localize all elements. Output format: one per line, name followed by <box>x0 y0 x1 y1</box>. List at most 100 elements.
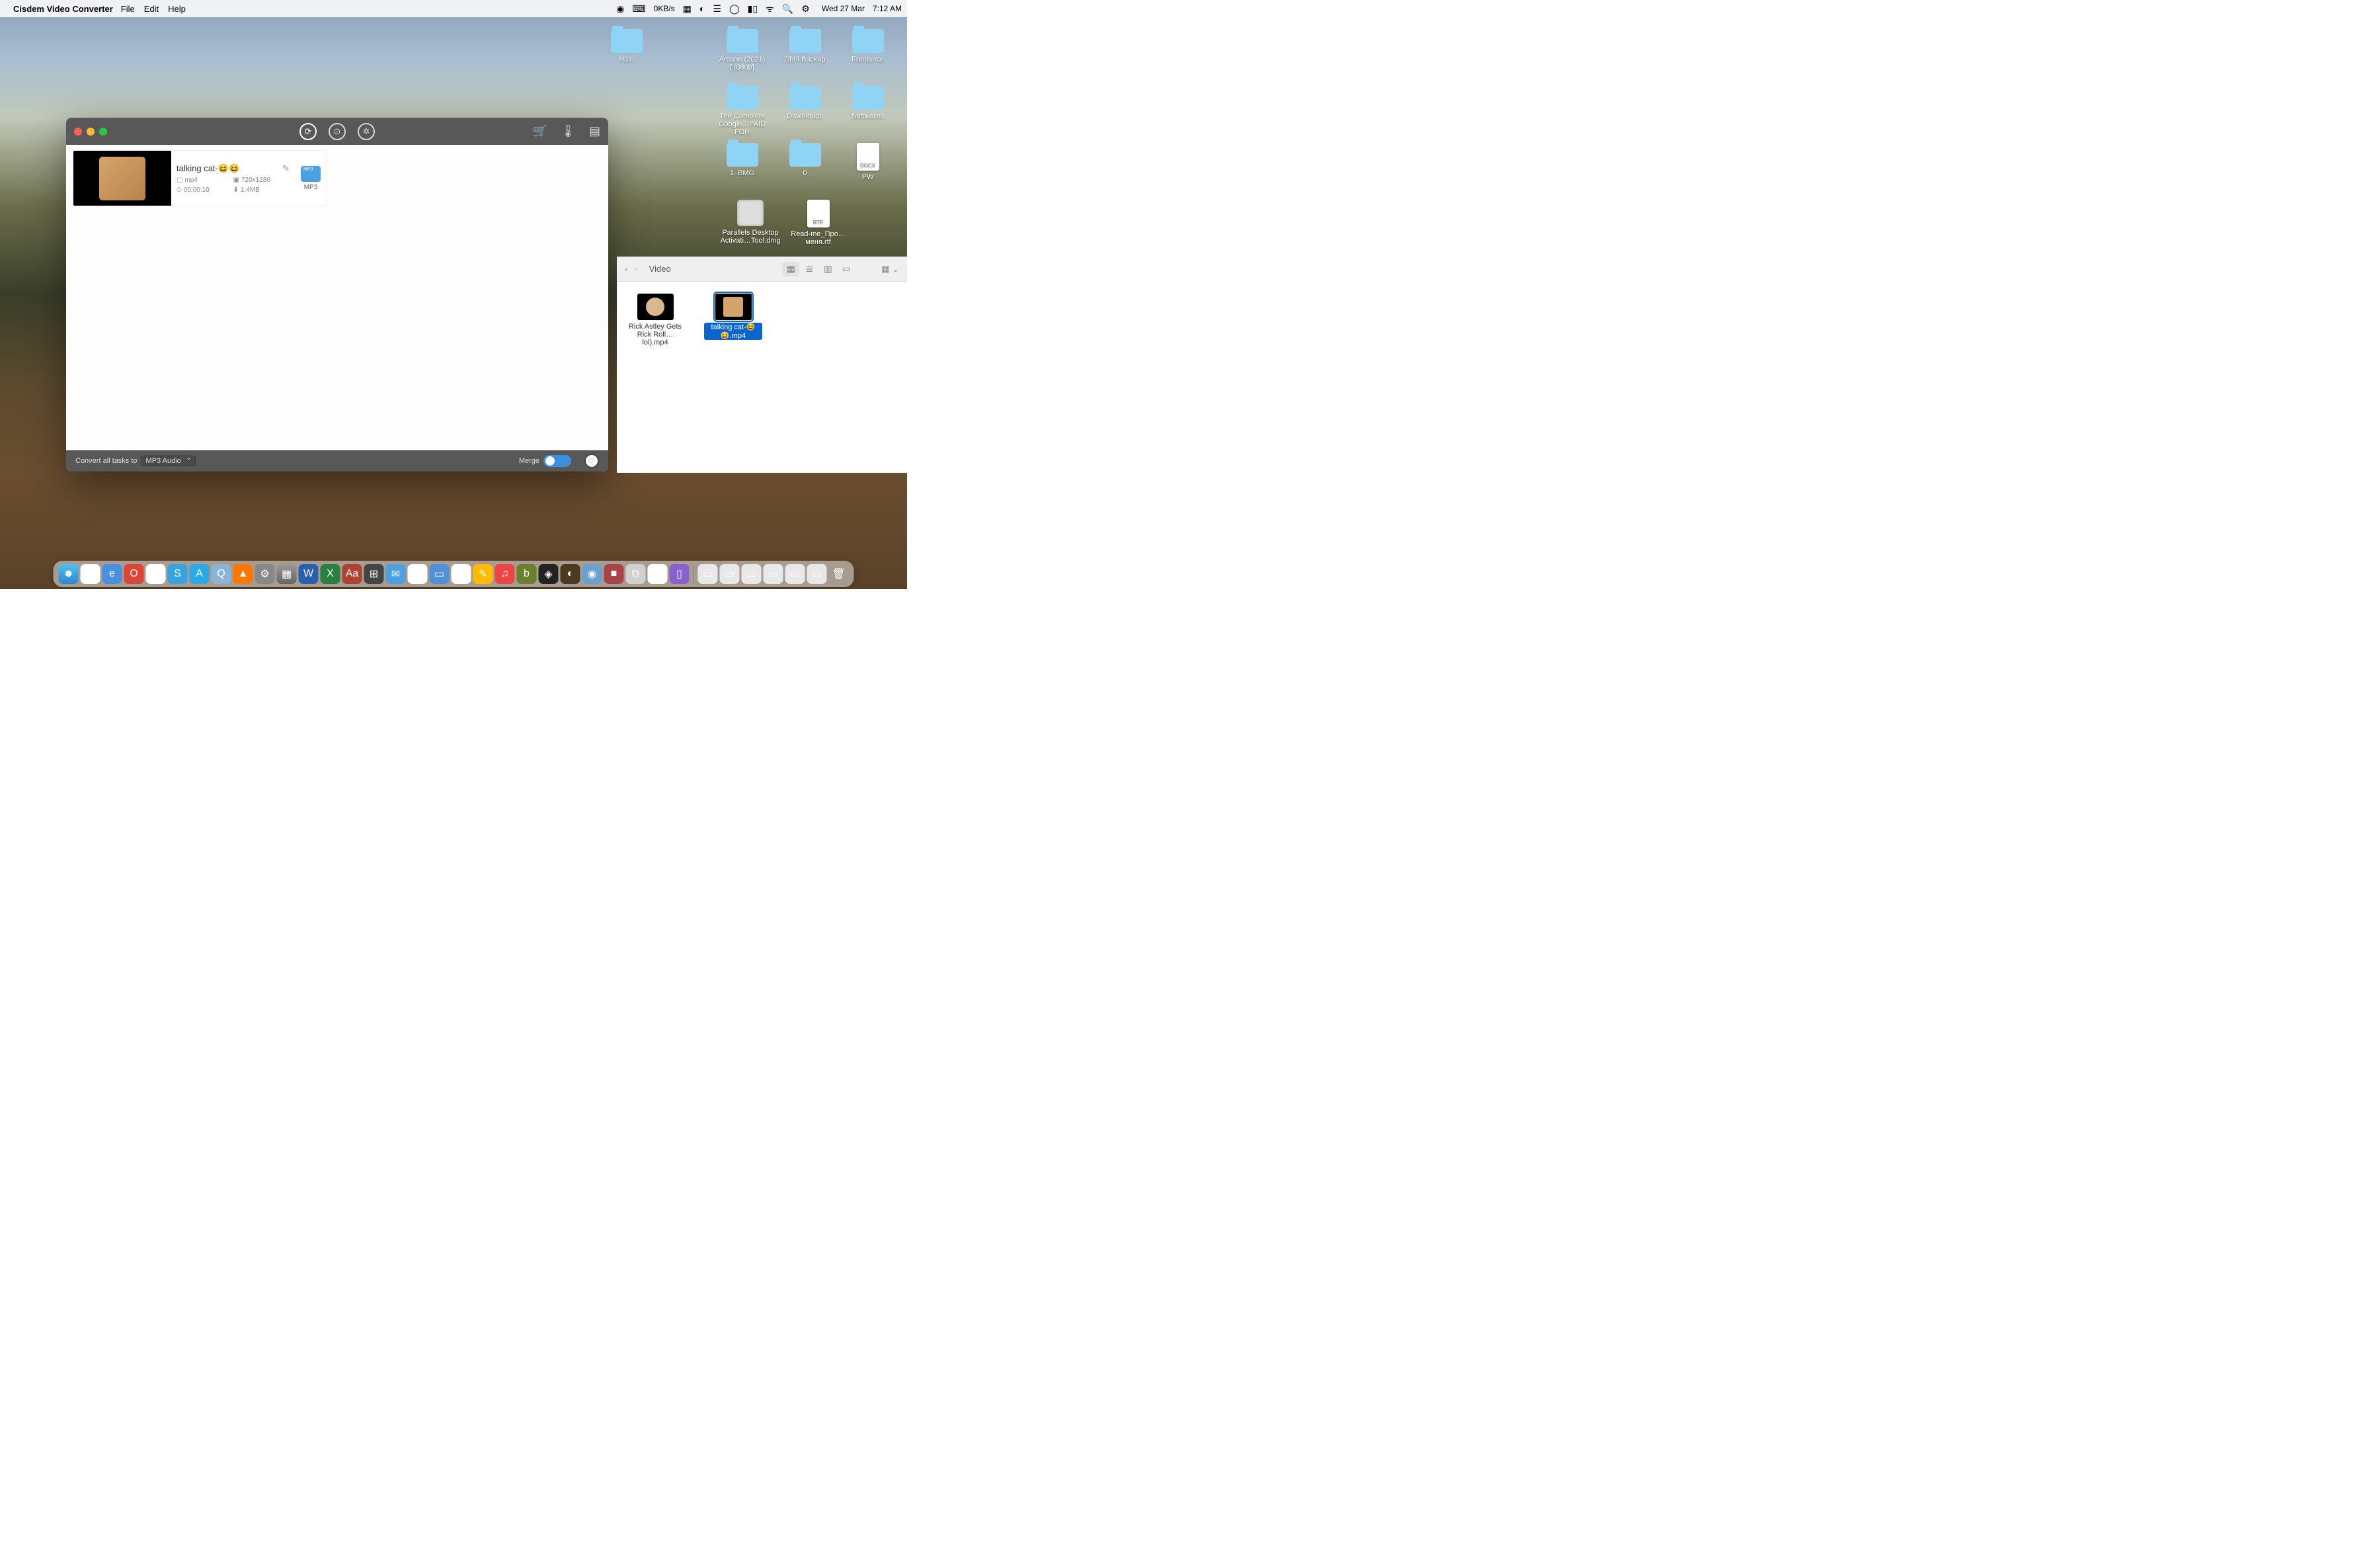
cart-icon[interactable]: 🛒 <box>533 124 547 138</box>
desktop-file[interactable]: DOCXPW <box>836 143 899 197</box>
desktop-folder[interactable]: Jibril Backup <box>774 29 836 83</box>
dock-edge[interactable]: e <box>102 564 122 584</box>
dock-finder[interactable]: ☻ <box>59 564 79 584</box>
convert-tab-icon[interactable]: ⟳ <box>299 123 317 140</box>
finder-file-selected[interactable]: talking cat-😆😆.mp4 <box>704 294 762 340</box>
dock-recent[interactable]: ▭ <box>785 564 805 584</box>
video-format: mp4 <box>177 177 233 184</box>
dock-app[interactable]: ▯ <box>670 564 690 584</box>
dock-recent[interactable]: ▭ <box>807 564 827 584</box>
minimize-button[interactable] <box>87 128 95 136</box>
dock-safari[interactable]: ◎ <box>81 564 100 584</box>
dock-calendar[interactable]: 27 <box>408 564 428 584</box>
dock-app[interactable]: ■ <box>604 564 624 584</box>
group-menu[interactable]: ▦ ⌄ <box>881 264 899 274</box>
folder-icon <box>611 29 643 53</box>
search-icon[interactable]: 🔍 <box>782 3 793 15</box>
file-label: Rick Astley Gets Rick Roll…lol).mp4 <box>626 323 684 346</box>
desktop-file[interactable]: RTFRead-me_Про…меня.rtf <box>787 200 850 254</box>
thermometer-icon[interactable]: 🌡 <box>561 124 576 138</box>
dock-opera[interactable]: O <box>124 564 144 584</box>
desktop-label: PW <box>862 173 874 181</box>
dock-app[interactable]: ⧉ <box>626 564 646 584</box>
dock-app[interactable]: ◉ <box>582 564 602 584</box>
close-button[interactable] <box>74 128 82 136</box>
desktop-folder[interactable]: Freelance <box>836 29 899 83</box>
menu-edit[interactable]: Edit <box>144 4 159 14</box>
finder-body[interactable]: Rick Astley Gets Rick Roll…lol).mp4 talk… <box>617 282 907 473</box>
download-tab-icon[interactable]: ⊙ <box>329 123 346 140</box>
desktop-folder[interactable]: Halo <box>595 29 658 83</box>
dock-app[interactable]: ◐ <box>561 564 580 584</box>
view-columns[interactable]: ▥ <box>819 262 836 276</box>
desktop-folder[interactable]: Downloads <box>774 86 836 140</box>
dock-vlc[interactable]: ▲ <box>233 564 253 584</box>
dock-recent[interactable]: ▭ <box>720 564 740 584</box>
dock-settings[interactable]: ⚙ <box>255 564 275 584</box>
convert-button[interactable]: ⟳ <box>584 454 599 468</box>
desktop-icons: Halo Arcane (2021) [1080p] Jibril Backup… <box>595 28 899 255</box>
control-center-icon[interactable]: ⚙ <box>801 3 810 15</box>
folder-icon <box>852 86 884 110</box>
view-gallery[interactable]: ▭ <box>838 262 855 276</box>
dock-recent[interactable]: ▭ <box>698 564 718 584</box>
dock-music[interactable]: ♫ <box>495 564 515 584</box>
dock-skype[interactable]: S <box>168 564 188 584</box>
menu-help[interactable]: Help <box>168 4 186 14</box>
status-icon[interactable]: ▦ <box>683 3 692 15</box>
rip-tab-icon[interactable]: ✲ <box>358 123 375 140</box>
keyboard-icon[interactable]: ⌨ <box>632 3 645 15</box>
dock-reminders[interactable]: ≡ <box>452 564 471 584</box>
dock-photos[interactable]: ✿ <box>648 564 668 584</box>
app-name[interactable]: Cisdem Video Converter <box>13 4 113 14</box>
desktop-folder[interactable]: The Complete Google…PAID FOR <box>711 86 774 140</box>
dock-dictionary[interactable]: Aa <box>342 564 362 584</box>
finder-file[interactable]: Rick Astley Gets Rick Roll…lol).mp4 <box>626 294 684 346</box>
status-icon[interactable]: ◉ <box>616 3 624 15</box>
zoom-button[interactable] <box>99 128 107 136</box>
dock-calculator[interactable]: ⊞ <box>364 564 384 584</box>
edit-icon[interactable]: ✎ <box>282 163 290 174</box>
menubar-time[interactable]: 7:12 AM <box>873 4 902 13</box>
desktop-folder[interactable]: 1. BMG <box>711 143 774 197</box>
dock-app[interactable]: ◈ <box>539 564 559 584</box>
dock-files[interactable]: ▭ <box>430 564 450 584</box>
desktop-label: 1. BMG <box>730 169 754 177</box>
dock-notes[interactable]: ✎ <box>473 564 493 584</box>
video-item[interactable]: talking cat-😆😆 ✎ mp4 720x1280 00:00:10 1… <box>73 150 327 206</box>
menubar-date[interactable]: Wed 27 Mar <box>822 4 865 13</box>
forward-button[interactable]: › <box>634 264 637 274</box>
desktop-file[interactable]: Parallels Desktop Activati…Tool.dmg <box>714 200 787 254</box>
dock-chrome[interactable]: ◉ <box>146 564 166 584</box>
dock-excel[interactable]: X <box>321 564 340 584</box>
dock-recent[interactable]: ▭ <box>742 564 762 584</box>
dock-launchpad[interactable]: ▦ <box>277 564 297 584</box>
dock-mail[interactable]: ✉ <box>386 564 406 584</box>
view-icons[interactable]: ▦ <box>782 262 799 276</box>
view-list[interactable]: ≣ <box>801 262 818 276</box>
dock-word[interactable]: W <box>299 564 319 584</box>
titlebar[interactable]: ⟳ ⊙ ✲ 🛒 🌡 ▤ <box>66 118 608 145</box>
wifi-icon[interactable]: ᯤ <box>766 3 774 15</box>
back-button[interactable]: ‹ <box>625 264 627 274</box>
merge-toggle[interactable] <box>543 455 571 467</box>
battery-icon[interactable]: ▮▯ <box>748 3 758 15</box>
desktop-folder[interactable]: 0 <box>774 143 836 197</box>
status-icon[interactable]: ☰ <box>713 3 721 15</box>
output-format-select[interactable]: MP3 Audio <box>141 456 196 466</box>
queue-icon[interactable]: ▤ <box>589 124 600 138</box>
video-info: talking cat-😆😆 ✎ mp4 720x1280 00:00:10 1… <box>171 159 295 198</box>
desktop-folder[interactable]: Arcane (2021) [1080p] <box>711 29 774 83</box>
menu-file[interactable]: File <box>121 4 135 14</box>
dock-trash[interactable]: 🗑 <box>829 564 849 584</box>
dock-quicktime[interactable]: Q <box>212 564 231 584</box>
user-icon[interactable]: ◯ <box>729 3 740 15</box>
merge-label: Merge <box>519 457 539 465</box>
status-icon[interactable]: ◐ <box>699 3 705 14</box>
dock-app[interactable]: b <box>517 564 537 584</box>
dock-appstore[interactable]: A <box>190 564 210 584</box>
converter-body[interactable]: talking cat-😆😆 ✎ mp4 720x1280 00:00:10 1… <box>66 145 608 450</box>
dock-recent[interactable]: ▭ <box>764 564 783 584</box>
output-format[interactable]: MP3 <box>295 166 327 191</box>
desktop-folder[interactable]: Softwares <box>836 86 899 140</box>
